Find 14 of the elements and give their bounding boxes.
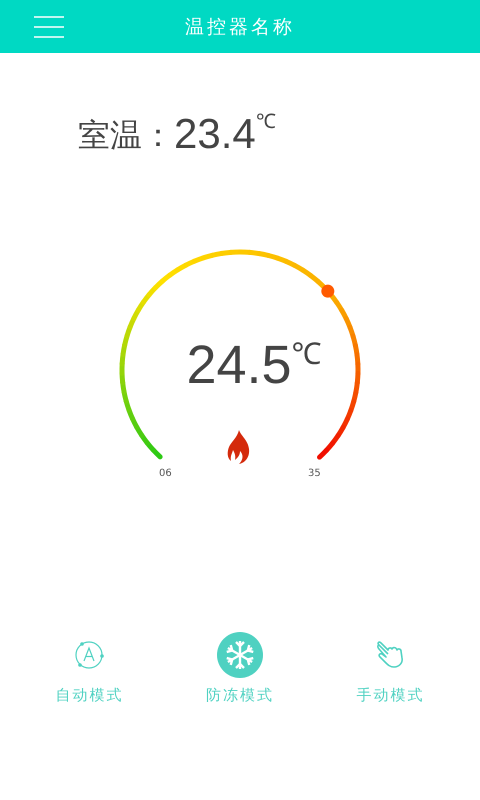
snowflake-icon [224,639,256,671]
app-title: 温控器名称 [185,14,295,40]
mode-button[interactable]: 自动模式 [34,632,144,705]
room-temperature-value: 23.4 [174,109,256,159]
temperature-unit: ℃ [256,111,276,133]
gauge-thumb[interactable] [321,284,334,298]
mode-button[interactable]: 防冻模式 [184,632,295,705]
mode-button[interactable]: 手动模式 [336,632,446,705]
temperature-unit: ℃ [292,339,322,371]
max-temperature-label: 35 [308,468,321,480]
min-temperature-label: 06 [159,468,172,480]
room-temperature-label: 室温： [78,115,174,156]
set-temperature-value: 24.5 [186,335,292,395]
menu-icon[interactable] [34,14,64,38]
